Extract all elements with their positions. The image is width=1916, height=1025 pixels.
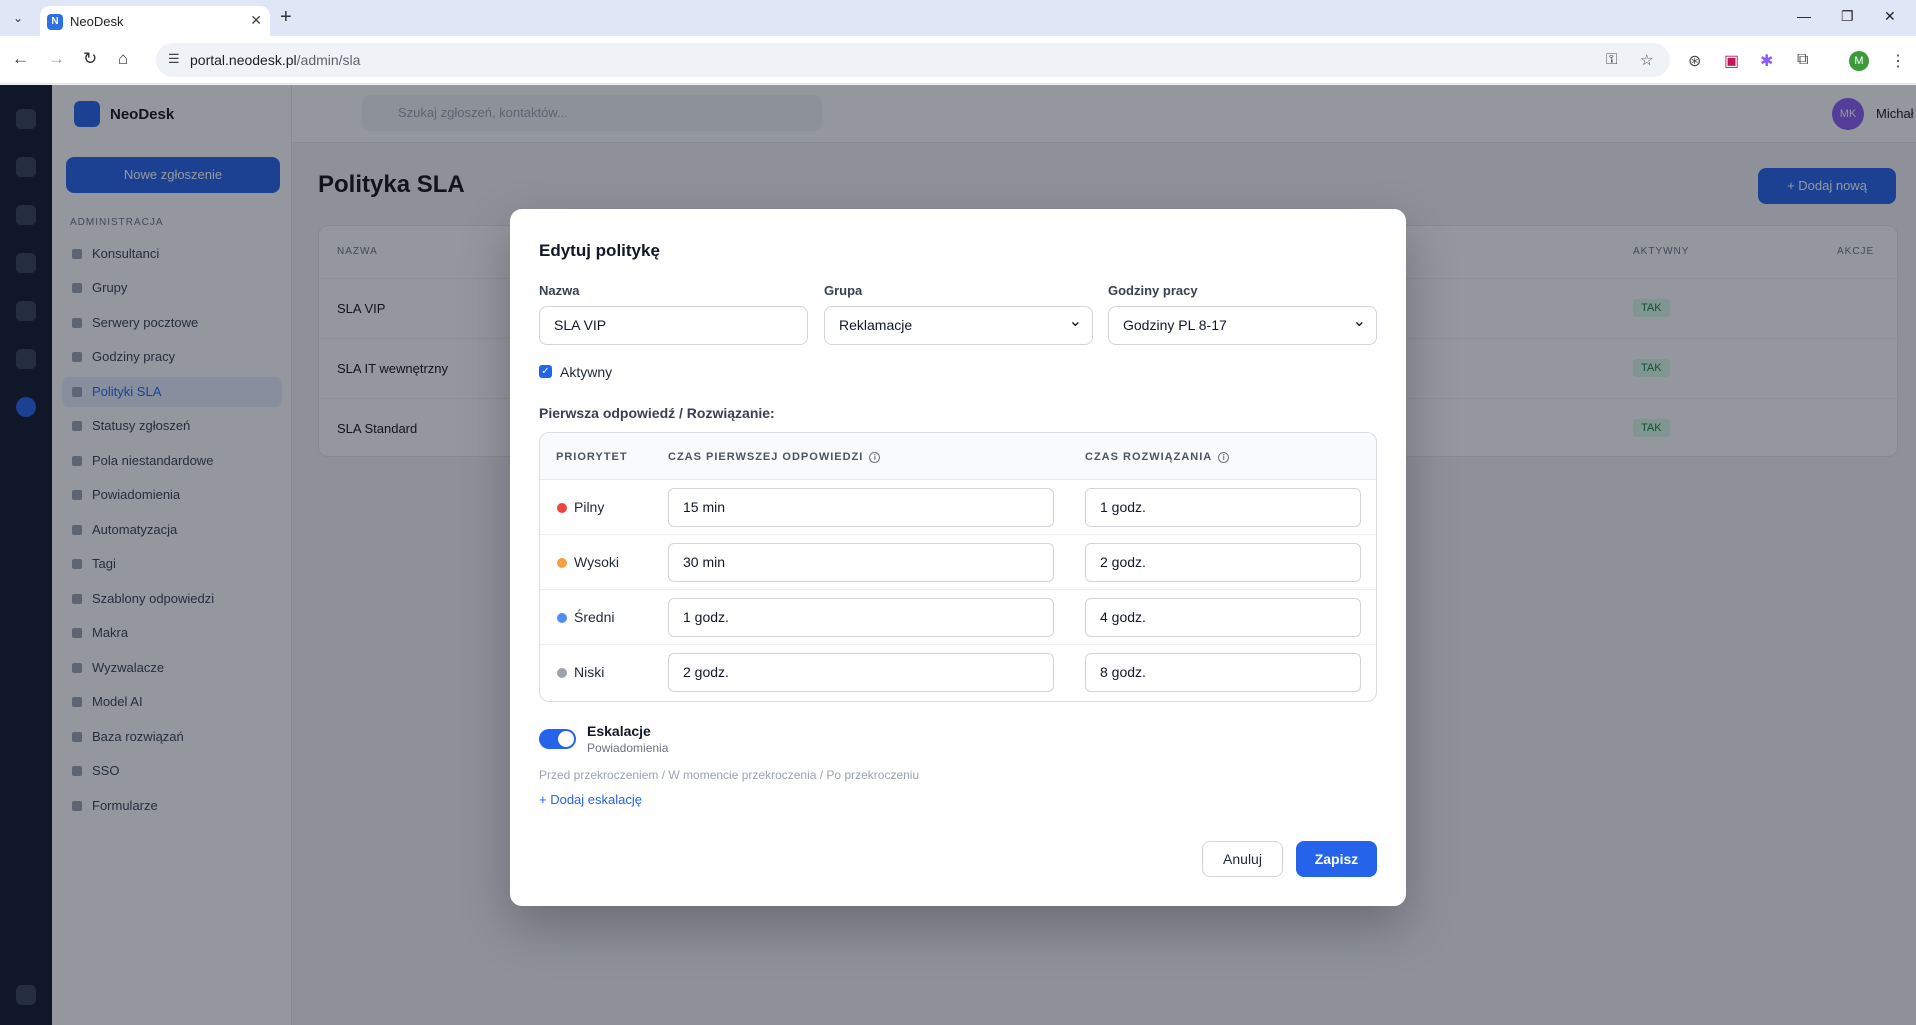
active-label[interactable]: Aktywny (560, 364, 612, 380)
omnibox[interactable]: ☰ portal.neodesk.pl/admin/sla ⚿ ☆ (156, 43, 1670, 77)
new-tab-icon[interactable]: + (280, 6, 292, 28)
priority-table: PRIORYTET CZAS PIERWSZEJ ODPOWIEDZI i CZA… (539, 432, 1377, 702)
close-tab-icon[interactable]: ✕ (250, 12, 262, 29)
working-hours-select[interactable]: Godziny PL 8-17 (1108, 303, 1377, 345)
priority-row-niski: Niski 2 godz. 8 godz. (540, 645, 1376, 700)
url-text[interactable]: portal.neodesk.pl/admin/sla (190, 52, 360, 68)
escalation-title: Eskalacje (587, 723, 651, 739)
window-close-icon[interactable]: ✕ (1884, 8, 1896, 25)
hours-label: Godziny pracy (1108, 283, 1198, 298)
back-icon[interactable]: ← (12, 48, 29, 70)
resolution-header: CZAS ROZWIĄZANIA i (1085, 451, 1230, 463)
address-bar-row: ← → ↻ ⌂ ☰ portal.neodesk.pl/admin/sla ⚿ … (0, 36, 1916, 84)
section-title: Pierwsza odpowiedź / Rozwiązanie: (539, 405, 775, 421)
toggle-knob (558, 731, 574, 747)
tab-search-chevron-icon[interactable]: ⌄ (8, 8, 28, 28)
priority-row-sredni: Średni 1 godz. 4 godz. (540, 590, 1376, 645)
tab-title: NeoDesk (70, 14, 124, 29)
group-label: Grupa (824, 283, 863, 298)
priority-name: Średni (574, 609, 615, 625)
priority-row-pilny: Pilny 15 min 1 godz. (540, 480, 1376, 535)
favicon-icon: N (47, 14, 63, 30)
profile-avatar[interactable]: M (1849, 51, 1869, 71)
password-key-icon[interactable]: ⚿ (1606, 51, 1617, 68)
gear-extension-icon[interactable]: ✱ (1760, 51, 1773, 71)
info-icon[interactable]: i (869, 452, 881, 463)
reload-icon[interactable]: ↻ (83, 48, 97, 70)
priority-row-wysoki: Wysoki 30 min 2 godz. (540, 535, 1376, 590)
first-response-header: CZAS PIERWSZEJ ODPOWIEDZI i (668, 451, 881, 463)
save-button[interactable]: Zapisz (1296, 841, 1377, 877)
edit-policy-modal: Edytuj politykę Nazwa SLA VIP Grupa Rekl… (510, 209, 1406, 906)
extension-icon[interactable]: ⊛ (1688, 51, 1701, 71)
priority-dot-icon (557, 668, 567, 678)
priority-dot-icon (557, 558, 567, 568)
info-icon[interactable]: i (1218, 452, 1230, 463)
add-escalation-link[interactable]: + Dodaj eskalację (539, 792, 642, 807)
escalation-toggle[interactable] (539, 729, 576, 749)
active-checkbox[interactable]: ✓ (539, 365, 552, 378)
restore-icon[interactable]: ❐ (1841, 8, 1854, 25)
forward-icon[interactable]: → (48, 48, 65, 70)
name-label: Nazwa (539, 283, 580, 298)
site-info-icon[interactable]: ☰ (168, 51, 180, 67)
first-response-input[interactable]: 1 godz. (668, 598, 1054, 637)
modal-title: Edytuj politykę (539, 241, 660, 260)
escalation-subtitle: Powiadomienia (587, 741, 669, 755)
browser-tab[interactable]: N NeoDesk ✕ (40, 6, 270, 36)
first-response-input[interactable]: 2 godz. (668, 653, 1054, 692)
group-select[interactable]: Reklamacje (824, 303, 1093, 345)
first-response-input[interactable]: 15 min (668, 488, 1054, 527)
priority-dot-icon (557, 503, 567, 513)
first-response-input[interactable]: 30 min (668, 543, 1054, 582)
cancel-button[interactable]: Anuluj (1202, 841, 1283, 877)
home-icon[interactable]: ⌂ (118, 48, 128, 70)
resolution-input[interactable]: 4 godz. (1085, 598, 1361, 637)
escalation-hint: Przed przekroczeniem / W momencie przekr… (539, 768, 920, 782)
resolution-input[interactable]: 2 godz. (1085, 543, 1361, 582)
priority-name: Niski (574, 664, 605, 680)
bookmark-star-icon[interactable]: ☆ (1640, 51, 1653, 69)
priority-dot-icon (557, 613, 567, 623)
priority-table-header: PRIORYTET CZAS PIERWSZEJ ODPOWIEDZI i CZA… (540, 433, 1376, 480)
minimize-icon[interactable]: — (1797, 8, 1811, 24)
priority-name: Pilny (574, 499, 605, 515)
cast-icon[interactable]: ▣ (1724, 51, 1739, 71)
resolution-input[interactable]: 8 godz. (1085, 653, 1361, 692)
browser-menu-icon[interactable]: ⋮ (1890, 51, 1906, 71)
priority-name: Wysoki (574, 554, 619, 570)
priority-header: PRIORYTET (556, 451, 628, 463)
resolution-input[interactable]: 1 godz. (1085, 488, 1361, 527)
puzzle-icon[interactable]: ⧉ (1797, 51, 1808, 69)
name-input[interactable]: SLA VIP (539, 306, 808, 345)
browser-tabbar: ⌄ N NeoDesk ✕ + — ❐ ✕ (0, 0, 1916, 36)
